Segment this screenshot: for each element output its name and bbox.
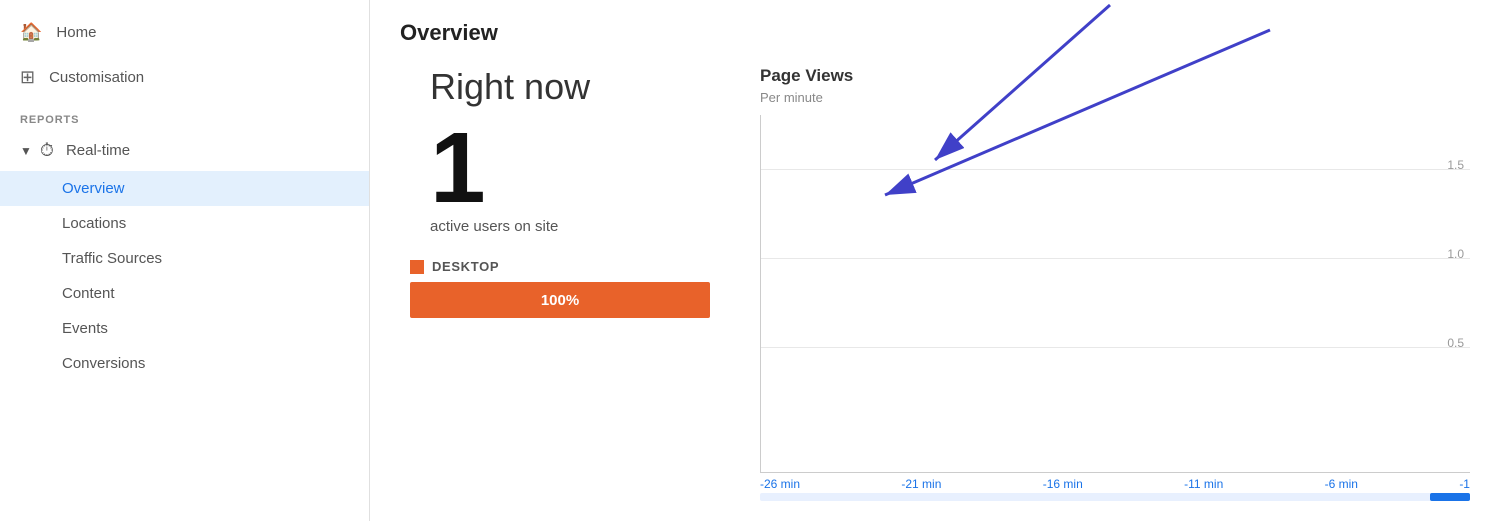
- chart-x-label-5: -6 min: [1325, 477, 1358, 491]
- reports-section-label: REPORTS: [0, 100, 369, 130]
- customisation-icon: ⊞: [20, 67, 35, 88]
- device-label: DESKTOP: [410, 259, 710, 274]
- chart-y-line-2: [761, 258, 1470, 259]
- overview-label: Overview: [62, 180, 125, 197]
- page-title: Overview: [400, 20, 1470, 46]
- locations-label: Locations: [62, 215, 126, 232]
- main-content: Overview Right now 1 active users on sit…: [370, 0, 1500, 521]
- sidebar-item-customisation[interactable]: ⊞ Customisation: [0, 55, 369, 100]
- sidebar-sub-item-traffic-sources[interactable]: Traffic Sources: [0, 241, 369, 276]
- conversions-label: Conversions: [62, 355, 145, 372]
- sidebar-customisation-label: Customisation: [49, 69, 144, 86]
- realtime-arrow-icon: ▼: [20, 144, 32, 158]
- device-name: DESKTOP: [432, 259, 499, 274]
- device-color-square: [410, 260, 424, 274]
- chart-area: 1.5 1.0 0.5 ▶: [760, 115, 1470, 473]
- progress-bar-fill: 100%: [410, 282, 710, 318]
- content-label: Content: [62, 285, 115, 302]
- chart-scrollbar-thumb[interactable]: [1430, 493, 1470, 501]
- chart-subtitle: Per minute: [760, 90, 1470, 105]
- chart-x-label-3: -16 min: [1043, 477, 1083, 491]
- active-users-label: active users on site: [430, 218, 558, 235]
- progress-bar: 100%: [410, 282, 710, 318]
- sidebar-item-home[interactable]: 🏠 Home: [0, 10, 369, 55]
- sidebar-sub-item-conversions[interactable]: Conversions: [0, 346, 369, 381]
- sidebar-sub-item-overview[interactable]: Overview: [0, 171, 369, 206]
- traffic-sources-label: Traffic Sources: [62, 250, 162, 267]
- sidebar: 🏠 Home ⊞ Customisation REPORTS ▼ ⏱ Real-…: [0, 0, 370, 521]
- sidebar-sub-item-locations[interactable]: Locations: [0, 206, 369, 241]
- progress-bar-label: 100%: [541, 292, 579, 309]
- chart-y-label-1: 1.5: [1447, 158, 1464, 172]
- sidebar-home-label: Home: [56, 24, 96, 41]
- home-icon: 🏠: [20, 22, 42, 43]
- chart-x-label-6: -1: [1459, 477, 1470, 491]
- chart-title: Page Views: [760, 66, 1470, 86]
- right-now-label: Right now: [430, 66, 590, 108]
- events-label: Events: [62, 320, 108, 337]
- content-area: Right now 1 active users on site DESKTOP…: [400, 66, 1470, 501]
- sidebar-sub-item-content[interactable]: Content: [0, 276, 369, 311]
- realtime-clock-icon: ⏱: [40, 140, 54, 161]
- chart-x-label-1: -26 min: [760, 477, 800, 491]
- chart-y-label-3: 0.5: [1447, 336, 1464, 350]
- chart-x-labels: -26 min -21 min -16 min -11 min -6 min -…: [760, 473, 1470, 491]
- left-panel: Right now 1 active users on site DESKTOP…: [400, 66, 720, 501]
- chart-panel: Page Views Per minute 1.5 1.0 0.5 ▶ -26 …: [760, 66, 1470, 501]
- sidebar-sub-item-events[interactable]: Events: [0, 311, 369, 346]
- device-section: DESKTOP 100%: [400, 259, 720, 318]
- chart-y-label-2: 1.0: [1447, 247, 1464, 261]
- sidebar-realtime[interactable]: ▼ ⏱ Real-time: [0, 130, 369, 171]
- active-users-count: 1: [430, 118, 486, 218]
- chart-x-label-2: -21 min: [901, 477, 941, 491]
- chart-y-line-1: [761, 169, 1470, 170]
- chart-scrollbar[interactable]: [760, 493, 1470, 501]
- sidebar-realtime-label: Real-time: [66, 142, 130, 159]
- chart-y-line-3: [761, 347, 1470, 348]
- chart-x-label-4: -11 min: [1184, 477, 1223, 491]
